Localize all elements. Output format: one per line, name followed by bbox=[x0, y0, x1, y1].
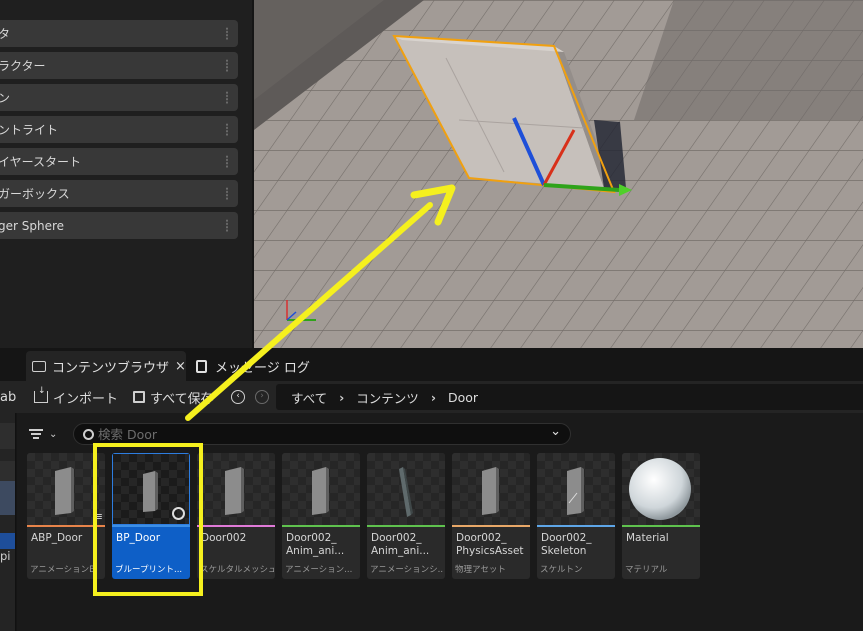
annotation-arrow bbox=[185, 184, 456, 421]
